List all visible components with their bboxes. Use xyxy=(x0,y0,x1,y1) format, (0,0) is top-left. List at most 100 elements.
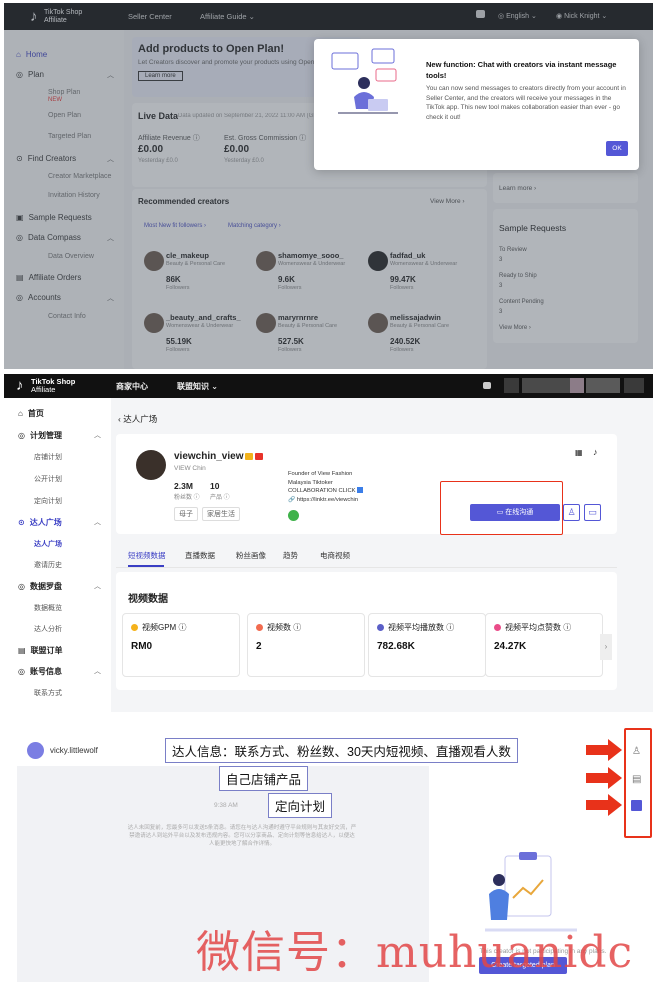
badge-icon xyxy=(245,453,253,460)
sidebar: ⌂ 首页 ◎ 计划管理 ︿ 店铺计划 公开计划 定向计划 ⊙ 达人广场 ︿ 达人广场 … xyxy=(4,398,111,712)
sidebar-sub-open-plan[interactable]: 公开计划 xyxy=(34,474,62,484)
metric-card: 视频平均播放数 ⓘ 782.68K xyxy=(368,613,486,677)
metric-dot-icon xyxy=(377,624,384,631)
creator-handle: viewchin_view xyxy=(174,451,244,462)
sidebar-sub-creator-square[interactable]: 达人广场 xyxy=(34,539,62,549)
metric-value: 782.68K xyxy=(377,641,415,652)
new-function-modal: New function: Chat with creators via ins… xyxy=(314,39,639,170)
tab-ecommerce-video[interactable]: 电商视频 xyxy=(320,550,350,561)
chat-illustration-icon xyxy=(331,48,398,114)
creator-info-icon[interactable]: ♙ xyxy=(632,746,641,757)
qr-code-icon[interactable]: ▦ xyxy=(575,448,583,457)
scroll-right-icon[interactable]: › xyxy=(600,634,612,660)
blurred-region xyxy=(624,378,644,393)
message-icon[interactable] xyxy=(483,382,491,389)
metric-card: 视频平均点赞数 ⓘ 24.27K xyxy=(485,613,603,677)
sidebar-item-alliance-orders[interactable]: ▤ 联盟订单 xyxy=(18,645,63,656)
chinese-creator-profile-screenshot: ♪ TikTok Shop Affiliate 商家中心 联盟知识 ⌄ ⌂ 首页 ◎… xyxy=(4,374,653,712)
metric-dot-icon xyxy=(494,624,501,631)
back-link[interactable]: ‹ 达人广场 xyxy=(118,413,157,425)
top-nav-bar: ♪ TikTok Shop Affiliate 商家中心 联盟知识 ⌄ xyxy=(4,374,653,398)
followers-label: 粉丝数 ⓘ xyxy=(174,495,200,501)
metric-value: 24.27K xyxy=(494,641,527,652)
followers-value: 2.3M xyxy=(174,481,193,491)
nav-merchant-center[interactable]: 商家中心 xyxy=(116,381,148,392)
tab-short-video-data[interactable]: 短视频数据 xyxy=(128,550,166,561)
watermark: 微信号：muhuanidc xyxy=(196,927,634,978)
tiktok-icon[interactable]: ♪ xyxy=(593,447,598,457)
creator-link[interactable]: 🔗 https://linktr.ee/viewchin xyxy=(288,496,363,505)
link-badge-icon xyxy=(357,487,364,494)
chat-user-name: vicky.littlewolf xyxy=(50,746,98,755)
chevron-up-icon[interactable]: ︿ xyxy=(94,517,101,527)
product-icon[interactable]: ▭ xyxy=(584,504,601,521)
products-label: 产品 ⓘ xyxy=(210,495,230,501)
blurred-region xyxy=(522,378,572,393)
chat-notice: 达人未回复前，您最多可以发送5条消息。请您在与达人沟通时遵守平台规则与其友好交流… xyxy=(127,825,357,847)
active-tab-indicator xyxy=(128,565,164,567)
search-icon: ⊙ xyxy=(18,518,25,527)
line-app-icon[interactable] xyxy=(288,510,299,521)
account-icon: ◎ xyxy=(18,667,25,676)
annotation-arrow xyxy=(586,794,622,816)
blurred-region xyxy=(586,378,620,393)
targeted-plan-icon[interactable] xyxy=(631,800,642,811)
tab-live-data[interactable]: 直播数据 xyxy=(185,550,215,561)
ok-button[interactable]: OK xyxy=(606,141,628,156)
sidebar-sub-data-overview[interactable]: 数据概览 xyxy=(34,603,62,613)
metric-label: 视频平均播放数 ⓘ xyxy=(377,622,454,633)
sidebar-sub-creator-analysis[interactable]: 达人分析 xyxy=(34,624,62,634)
sidebar-sub-targeted-plan[interactable]: 定向计划 xyxy=(34,496,62,506)
annotation-targeted-plan: 定向计划 xyxy=(268,793,333,818)
sidebar-sub-invitation-history[interactable]: 邀请历史 xyxy=(34,560,62,570)
metric-value: 2 xyxy=(256,641,262,652)
nav-alliance-knowledge[interactable]: 联盟知识 ⌄ xyxy=(177,381,218,392)
modal-body: You can now send messages to creators di… xyxy=(426,85,626,121)
tiktok-logo-icon: ♪ xyxy=(16,377,24,394)
sidebar-item-account-info[interactable]: ◎ 账号信息 xyxy=(18,666,62,677)
annotation-arrow xyxy=(586,767,622,789)
metric-value: RM0 xyxy=(131,641,153,652)
sidebar-item-plan-management[interactable]: ◎ 计划管理 xyxy=(18,430,62,441)
section-title: 视频数据 xyxy=(128,594,168,605)
message-time: 9:38 AM xyxy=(214,802,238,809)
products-value: 10 xyxy=(210,481,220,491)
sidebar-item-creator-square[interactable]: ⊙ 达人广场 xyxy=(18,517,62,528)
tab-trend[interactable]: 趋势 xyxy=(283,550,298,561)
chevron-up-icon[interactable]: ︿ xyxy=(94,581,101,591)
annotation-own-products: 自己店铺产品 xyxy=(219,766,309,791)
metric-dot-icon xyxy=(256,624,263,631)
metric-label: 视频平均点赞数 ⓘ xyxy=(494,622,571,633)
sidebar-sub-contact-info[interactable]: 联系方式 xyxy=(34,688,62,698)
brand-logo: TikTok Shop Affiliate xyxy=(31,377,76,394)
blurred-region xyxy=(570,378,584,393)
metric-dot-icon xyxy=(131,624,138,631)
category-tags: 母子 家居生活 xyxy=(174,507,244,521)
sidebar-item-data-compass[interactable]: ◎ 数据罗盘 xyxy=(18,581,62,592)
metric-card: 视频数 ⓘ 2 xyxy=(247,613,365,677)
metric-card: 视频GPM ⓘ RM0 xyxy=(122,613,240,677)
modal-title: New function: Chat with creators via ins… xyxy=(426,60,617,80)
metric-label: 视频数 ⓘ xyxy=(256,622,301,633)
avatar xyxy=(136,450,166,480)
chevron-up-icon[interactable]: ︿ xyxy=(94,666,101,676)
highlight-box xyxy=(440,481,563,535)
chevron-up-icon[interactable]: ︿ xyxy=(94,430,101,440)
creator-display-name: VIEW Chin xyxy=(174,465,206,472)
sidebar-item-home[interactable]: ⌂ 首页 xyxy=(18,408,44,419)
shop-product-icon[interactable]: ▤ xyxy=(632,774,641,785)
metric-label: 视频GPM ⓘ xyxy=(131,622,186,633)
home-icon: ⌂ xyxy=(18,409,23,418)
annotation-creator-info: 达人信息：联系方式、粉丝数、30天内短视频、直播观看人数 xyxy=(165,738,518,763)
user-icon[interactable]: ♙ xyxy=(563,504,580,521)
data-tabs: 短视频数据 直播数据 粉丝画像 趋势 电商视频 xyxy=(116,540,617,568)
tab-fan-profile[interactable]: 粉丝画像 xyxy=(236,550,266,561)
creator-profile-card: viewchin_view VIEW Chin 2.3M 粉丝数 ⓘ 10 产品… xyxy=(116,434,617,535)
live-icon xyxy=(255,453,263,460)
english-dashboard-screenshot: ♪ TikTok Shop Affiliate Seller Center Aff… xyxy=(4,3,653,369)
avatar xyxy=(27,742,44,759)
annotation-arrow xyxy=(586,739,622,761)
sidebar-sub-shop-plan[interactable]: 店铺计划 xyxy=(34,452,62,462)
blurred-region xyxy=(504,378,519,393)
creator-bio: Founder of View Fashion Malaysia Tiktoke… xyxy=(288,470,364,505)
